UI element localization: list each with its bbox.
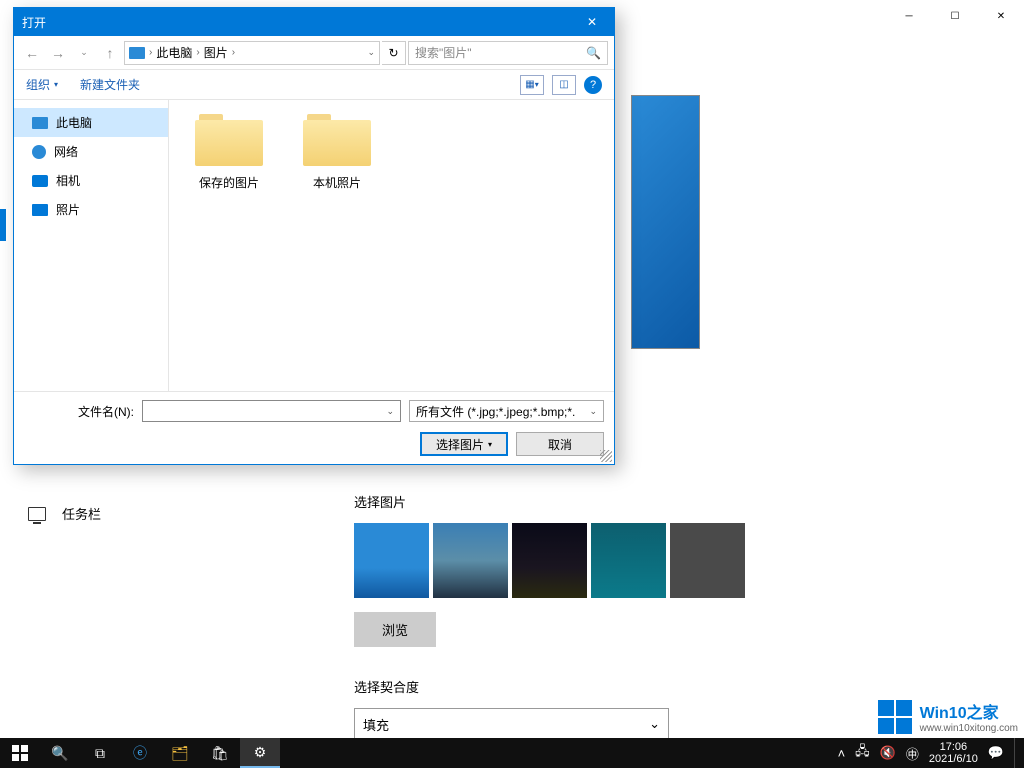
camera-icon xyxy=(32,175,48,187)
fit-value: 填充 xyxy=(363,715,389,734)
watermark-title: Win10之家 xyxy=(920,699,1018,723)
nav-forward-button[interactable]: → xyxy=(46,41,70,65)
resize-grip[interactable] xyxy=(600,450,612,462)
watermark-url: www.win10xitong.com xyxy=(920,723,1018,734)
taskview-button[interactable]: ⧉ xyxy=(80,738,120,768)
system-tray: ˄ 🖧 🔇 ㊥ 17:06 2021/6/10 💬 xyxy=(838,738,1024,768)
address-dropdown-icon[interactable]: ⌄ xyxy=(367,47,375,58)
bg-thumb-3[interactable] xyxy=(512,523,587,598)
refresh-button[interactable]: ↻ xyxy=(382,41,406,65)
nav-recent-button[interactable]: ⌄ xyxy=(72,41,96,65)
pc-icon xyxy=(129,47,145,59)
breadcrumb-root[interactable]: 此电脑 xyxy=(156,44,192,61)
tree-item-network[interactable]: 网络 xyxy=(14,137,168,166)
nav-tree: 此电脑 网络 相机 照片 xyxy=(14,100,169,391)
volume-tray-icon[interactable]: 🔇 xyxy=(880,745,896,761)
sidebar-item-taskbar[interactable]: 任务栏 xyxy=(20,492,330,535)
network-icon xyxy=(32,145,46,159)
clock[interactable]: 17:06 2021/6/10 xyxy=(929,741,978,765)
split-chevron-icon: ▾ xyxy=(488,440,492,449)
start-button[interactable] xyxy=(0,738,40,768)
dialog-title: 打开 xyxy=(22,14,46,31)
chevron-down-icon: ⌄ xyxy=(649,716,660,732)
network-tray-icon[interactable]: 🖧 xyxy=(855,742,870,764)
choose-picture-title: 选择图片 xyxy=(354,492,1000,511)
folder-icon xyxy=(303,114,371,166)
view-mode-button[interactable]: ▦ ▾ xyxy=(520,75,544,95)
choose-fit-title: 选择契合度 xyxy=(354,677,1000,696)
windows-logo-icon xyxy=(878,700,912,734)
search-button[interactable]: 🔍 xyxy=(40,738,80,768)
sidebar-item-label: 任务栏 xyxy=(62,504,101,523)
cancel-button[interactable]: 取消 xyxy=(516,432,604,456)
filename-input[interactable]: ⌄ xyxy=(142,400,401,422)
fit-select[interactable]: 填充 ⌄ xyxy=(354,708,669,740)
taskbar: 🔍 ⧉ ⓔ 🗂 🛍 ⚙ ˄ 🖧 🔇 ㊥ 17:06 2021/6/10 💬 xyxy=(0,738,1024,768)
chevron-down-icon: ⌄ xyxy=(589,406,597,417)
tree-item-this-pc[interactable]: 此电脑 xyxy=(14,108,168,137)
breadcrumb-folder[interactable]: 图片 xyxy=(204,44,228,61)
folder-icon xyxy=(195,114,263,166)
tray-expand-button[interactable]: ˄ xyxy=(838,746,846,761)
folder-camera-roll[interactable]: 本机照片 xyxy=(297,114,377,191)
edge-button[interactable]: ⓔ xyxy=(120,738,160,768)
filename-label: 文件名(N): xyxy=(24,403,134,420)
tree-item-camera[interactable]: 相机 xyxy=(14,166,168,195)
folder-content[interactable]: 保存的图片 本机照片 xyxy=(169,100,614,391)
file-type-select[interactable]: 所有文件 (*.jpg;*.jpeg;*.bmp;*. ⌄ xyxy=(409,400,604,422)
search-icon: 🔍 xyxy=(586,46,601,60)
watermark: Win10之家 www.win10xitong.com xyxy=(878,699,1018,734)
file-open-dialog: 打开 ✕ ← → ⌄ ↑ › 此电脑 › 图片 › ⌄ ↻ 搜索"图片" 🔍 组… xyxy=(13,7,615,465)
dialog-close-button[interactable]: ✕ xyxy=(570,8,614,36)
dialog-nav: ← → ⌄ ↑ › 此电脑 › 图片 › ⌄ ↻ 搜索"图片" 🔍 xyxy=(14,36,614,70)
chevron-down-icon: ▾ xyxy=(54,80,58,89)
search-placeholder: 搜索"图片" xyxy=(415,44,472,61)
minimize-button[interactable]: ─ xyxy=(886,0,932,32)
bg-thumb-4[interactable] xyxy=(591,523,666,598)
dialog-titlebar[interactable]: 打开 ✕ xyxy=(14,8,614,36)
tree-item-photos[interactable]: 照片 xyxy=(14,195,168,224)
bg-thumb-5[interactable] xyxy=(670,523,745,598)
dialog-footer: 文件名(N): ⌄ 所有文件 (*.jpg;*.jpeg;*.bmp;*. ⌄ … xyxy=(14,391,614,464)
bg-thumb-1[interactable] xyxy=(354,523,429,598)
chevron-right-icon: › xyxy=(196,47,199,58)
chevron-right-icon: › xyxy=(149,47,152,58)
notifications-button[interactable]: 💬 xyxy=(988,745,1004,761)
dialog-toolbar: 组织 ▾ 新建文件夹 ▦ ▾ ◫ ? xyxy=(14,70,614,100)
folder-saved-pictures[interactable]: 保存的图片 xyxy=(189,114,269,191)
chevron-right-icon: › xyxy=(232,47,235,58)
help-button[interactable]: ? xyxy=(584,76,602,94)
settings-taskbar-button[interactable]: ⚙ xyxy=(240,738,280,768)
chevron-down-icon: ⌄ xyxy=(386,406,394,417)
explorer-button[interactable]: 🗂 xyxy=(160,738,200,768)
organize-menu[interactable]: 组织 ▾ xyxy=(26,76,58,93)
ime-tray-icon[interactable]: ㊥ xyxy=(906,744,919,763)
new-folder-button[interactable]: 新建文件夹 xyxy=(80,76,140,93)
address-bar[interactable]: › 此电脑 › 图片 › ⌄ xyxy=(124,41,380,65)
search-input[interactable]: 搜索"图片" 🔍 xyxy=(408,41,608,65)
open-button[interactable]: 选择图片 ▾ xyxy=(420,432,508,456)
browse-button[interactable]: 浏览 xyxy=(354,612,436,647)
taskbar-icon xyxy=(28,507,46,521)
preview-pane-button[interactable]: ◫ xyxy=(552,75,576,95)
close-button[interactable]: ✕ xyxy=(978,0,1024,32)
nav-up-button[interactable]: ↑ xyxy=(98,41,122,65)
nav-back-button[interactable]: ← xyxy=(20,41,44,65)
background-preview xyxy=(631,95,700,349)
background-thumbnails xyxy=(354,523,1000,598)
bg-thumb-2[interactable] xyxy=(433,523,508,598)
accent-strip xyxy=(0,209,6,241)
show-desktop-button[interactable] xyxy=(1014,738,1020,768)
maximize-button[interactable]: ☐ xyxy=(932,0,978,32)
pc-icon xyxy=(32,117,48,129)
store-button[interactable]: 🛍 xyxy=(200,738,240,768)
photos-icon xyxy=(32,204,48,216)
